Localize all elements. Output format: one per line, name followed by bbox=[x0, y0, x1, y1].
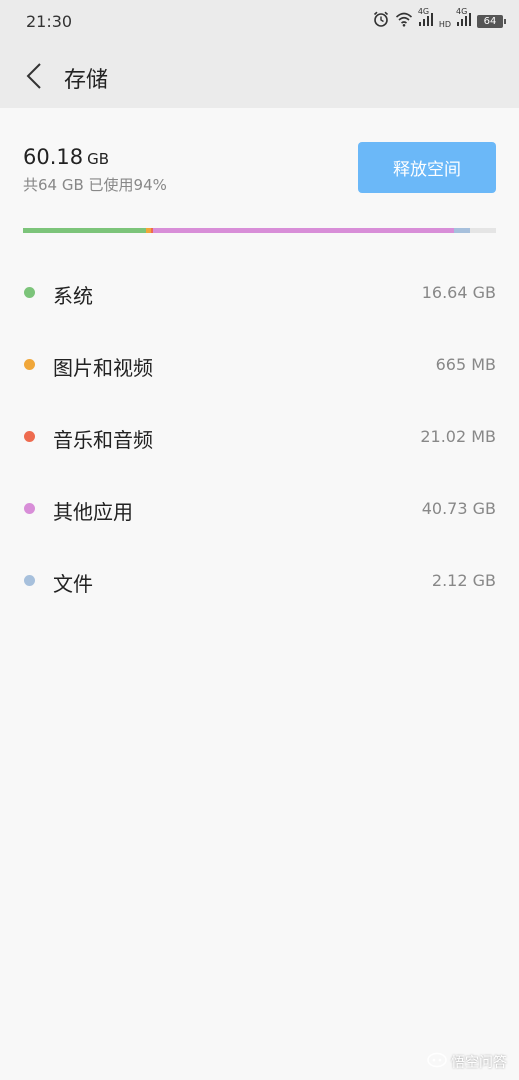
storage-bar-segment bbox=[23, 228, 146, 233]
category-name: 系统 bbox=[53, 284, 93, 308]
page-title: 存储 bbox=[64, 68, 109, 93]
status-time: 21:30 bbox=[26, 12, 73, 31]
category-size: 665 MB bbox=[435, 355, 496, 374]
category-color-dot bbox=[24, 503, 35, 514]
storage-screen: 21:30 4G HD 4G 64 存储 60.18 GB 共64 GB 已使用… bbox=[0, 0, 519, 1080]
category-size: 21.02 MB bbox=[420, 427, 496, 446]
category-size: 2.12 GB bbox=[431, 571, 496, 590]
alarm-icon bbox=[372, 10, 390, 32]
wukong-logo-icon bbox=[427, 1052, 447, 1072]
category-name: 图片和视频 bbox=[53, 356, 153, 380]
category-list: 系统 16.64 GB 图片和视频 665 MB 音乐和音频 21.02 MB … bbox=[0, 257, 519, 617]
category-color-dot bbox=[24, 287, 35, 298]
status-icons: 4G HD 4G 64 bbox=[372, 7, 506, 32]
storage-usage-bar bbox=[23, 228, 496, 233]
category-name: 其他应用 bbox=[53, 500, 133, 524]
category-color-dot bbox=[24, 359, 35, 370]
category-item-files[interactable]: 文件 2.12 GB bbox=[0, 545, 519, 617]
category-item-music-audio[interactable]: 音乐和音频 21.02 MB bbox=[0, 401, 519, 473]
used-value: 60.18 bbox=[23, 145, 84, 169]
category-color-dot bbox=[24, 575, 35, 586]
category-item-other-apps[interactable]: 其他应用 40.73 GB bbox=[0, 473, 519, 545]
category-item-photos-videos[interactable]: 图片和视频 665 MB bbox=[0, 329, 519, 401]
release-space-button[interactable]: 释放空间 bbox=[358, 142, 496, 193]
category-name: 文件 bbox=[53, 572, 93, 596]
storage-bar-segment bbox=[454, 228, 470, 233]
category-color-dot bbox=[24, 431, 35, 442]
chevron-left-icon bbox=[18, 63, 54, 98]
used-amount: 60.18 GB bbox=[23, 145, 109, 169]
used-unit: GB bbox=[87, 150, 110, 168]
total-usage-text: 共64 GB 已使用94% bbox=[23, 176, 167, 194]
category-size: 16.64 GB bbox=[421, 283, 496, 302]
category-size: 40.73 GB bbox=[421, 499, 496, 518]
app-header: 存储 bbox=[0, 42, 519, 108]
storage-bar-segment bbox=[153, 228, 455, 233]
signal-icon: 4G bbox=[417, 7, 434, 31]
hd-label: HD bbox=[438, 20, 451, 29]
battery-icon: 64 bbox=[477, 14, 506, 28]
status-bar: 21:30 4G HD 4G 64 bbox=[0, 0, 519, 42]
watermark: 悟空问答 bbox=[427, 1052, 507, 1072]
category-name: 音乐和音频 bbox=[53, 428, 153, 452]
back-button[interactable] bbox=[18, 58, 54, 94]
signal-icon: 4G bbox=[456, 7, 472, 31]
network-type-label: 4G bbox=[417, 7, 430, 16]
wifi-icon bbox=[395, 11, 413, 31]
watermark-text: 悟空问答 bbox=[451, 1055, 507, 1071]
category-item-system[interactable]: 系统 16.64 GB bbox=[0, 257, 519, 329]
network-type-label: 4G bbox=[456, 7, 468, 16]
